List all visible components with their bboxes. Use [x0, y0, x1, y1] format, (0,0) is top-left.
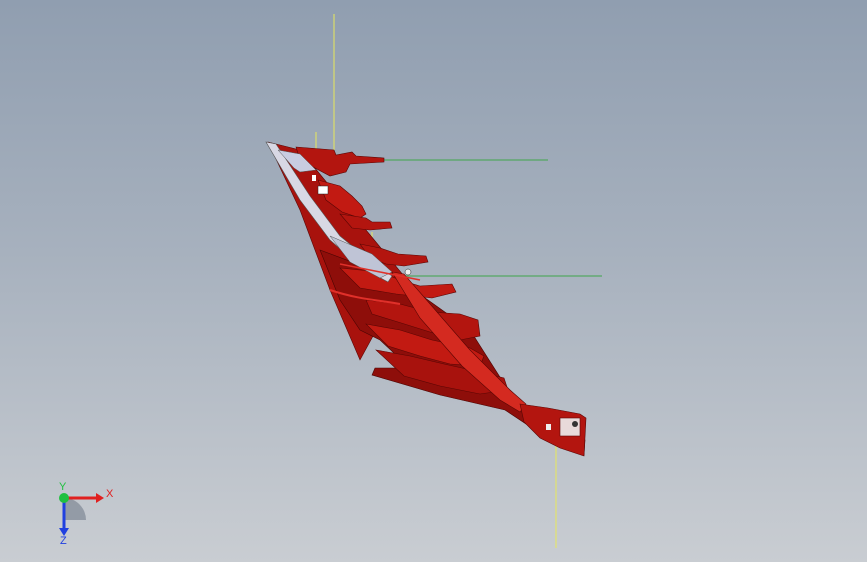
red-part-body[interactable] [265, 141, 587, 457]
part-boss [404, 268, 412, 276]
graphics-viewport[interactable]: X Y Z [0, 0, 867, 562]
axis-triad: X Y Z [59, 481, 114, 547]
z-axis-label: Z [60, 535, 67, 547]
part-tip-hole [572, 421, 578, 427]
part-tip-notch [546, 424, 551, 430]
part-tip-slot [559, 417, 581, 437]
x-axis-label: X [106, 488, 114, 500]
y-axis-dot [59, 493, 69, 503]
model-view[interactable] [0, 0, 867, 562]
x-axis-arrowhead [96, 493, 104, 503]
y-axis-label: Y [59, 481, 67, 493]
part-clip-2 [312, 175, 316, 181]
part-clip-1 [317, 185, 329, 195]
